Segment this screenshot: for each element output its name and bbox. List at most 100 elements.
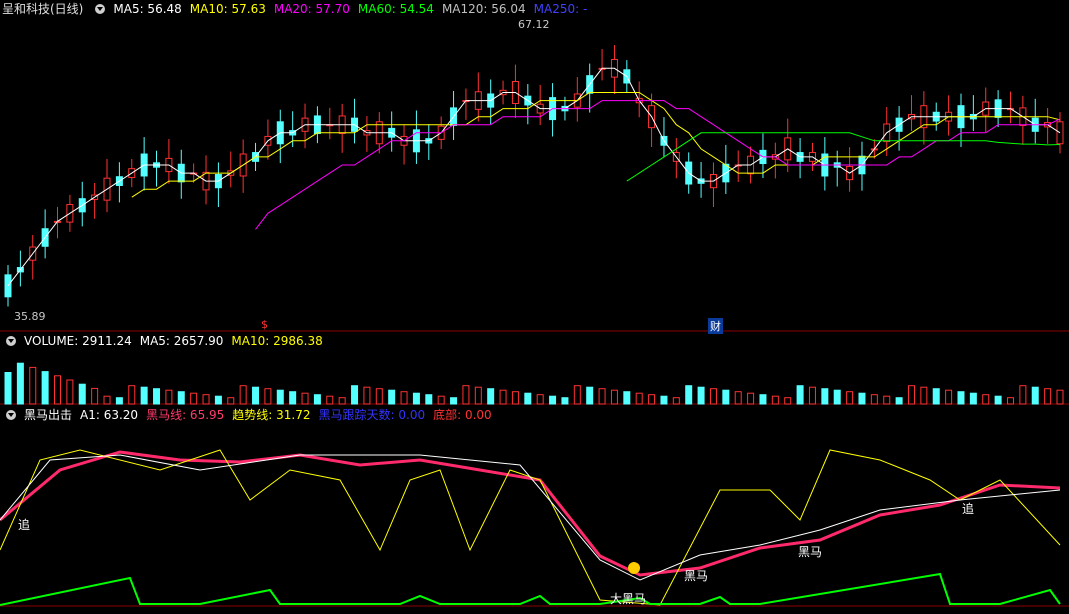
volume-bar	[1056, 389, 1064, 405]
volume-bar	[425, 394, 433, 405]
volume-bar	[103, 395, 111, 405]
horse-signal-2: 黑马	[798, 545, 823, 559]
volume-bar	[202, 394, 210, 405]
a1-line	[0, 454, 1061, 581]
dollar-marker: $	[261, 318, 268, 331]
volume-bar	[709, 388, 717, 405]
volume-bar	[982, 394, 990, 405]
volume-bar	[672, 397, 680, 405]
volume-bar	[16, 362, 24, 405]
volume-bar	[870, 394, 878, 405]
horse-signal-1: 黑马	[684, 569, 709, 583]
volume-bar	[561, 397, 569, 405]
volume-bar	[1006, 397, 1014, 405]
volume-bar	[907, 385, 915, 405]
volume-bar	[747, 392, 755, 405]
volume-bar	[586, 386, 594, 405]
volume-bar	[623, 391, 631, 405]
volume-bar	[400, 391, 408, 405]
volume-bar	[685, 385, 693, 405]
volume-bar	[635, 392, 643, 405]
volume-bar	[771, 395, 779, 405]
volume-bar	[598, 388, 606, 405]
volume-bar	[301, 392, 309, 405]
volume-bar	[54, 375, 62, 405]
volume-bar	[326, 395, 334, 405]
volume-bar	[227, 397, 235, 405]
volume-bar	[462, 385, 470, 405]
volume-bar	[524, 392, 532, 405]
volume-bar	[610, 389, 618, 405]
volume-bar	[895, 397, 903, 405]
ma-line-ma5	[7, 67, 1061, 287]
volume-bar	[165, 389, 173, 405]
volume-bar	[214, 395, 222, 405]
volume-bar	[412, 392, 420, 405]
volume-bar	[969, 392, 977, 405]
volume-bar	[796, 385, 804, 405]
volume-bar	[722, 389, 730, 405]
volume-bar	[338, 397, 346, 405]
volume-bar	[648, 394, 656, 405]
volume-bar	[78, 383, 86, 405]
volume-bar	[573, 385, 581, 405]
volume-bar	[660, 395, 668, 405]
volume-bar	[29, 366, 37, 405]
volume-bar	[846, 391, 854, 405]
volume-bar	[177, 391, 185, 405]
volume-bar	[474, 386, 482, 405]
low-price-label: 35.89	[14, 310, 46, 323]
volume-bar	[4, 372, 12, 405]
volume-bar	[41, 371, 49, 405]
volume-bar	[437, 395, 445, 405]
volume-bar	[264, 388, 272, 405]
candle-body	[4, 274, 12, 298]
volume-bar	[91, 387, 99, 405]
volume-bar	[487, 388, 495, 405]
volume-bar	[1019, 385, 1027, 405]
trend-line	[0, 449, 1061, 606]
volume-bar	[128, 385, 136, 405]
volume-bar	[932, 388, 940, 405]
volume-bar	[697, 386, 705, 405]
volume-bar	[1031, 386, 1039, 405]
financial-report-marker[interactable]: 财	[708, 318, 723, 334]
volume-bar	[821, 388, 829, 405]
zhui-signal-right: 追	[962, 502, 975, 516]
volume-bar	[858, 392, 866, 405]
high-price-label: 67.12	[518, 18, 550, 31]
volume-bar	[450, 397, 458, 405]
volume-bar	[313, 394, 321, 405]
volume-bar	[499, 389, 507, 405]
volume-bar	[289, 391, 297, 405]
chart-canvas[interactable]	[0, 0, 1069, 614]
volume-bar	[759, 394, 767, 405]
volume-bar	[920, 386, 928, 405]
volume-bar	[252, 386, 260, 405]
volume-bar	[808, 386, 816, 405]
volume-bar	[276, 389, 284, 405]
volume-bar	[351, 385, 359, 405]
volume-bar	[115, 397, 123, 405]
volume-bar	[239, 385, 247, 405]
volume-bar	[140, 386, 148, 405]
volume-bar	[734, 391, 742, 405]
volume-bar	[833, 389, 841, 405]
volume-bar	[190, 392, 198, 405]
volume-bar	[994, 395, 1002, 405]
volume-bar	[549, 395, 557, 405]
volume-bar	[945, 389, 953, 405]
horse-line	[0, 450, 1061, 577]
zhui-signal-left: 追	[18, 518, 31, 532]
volume-bar	[784, 397, 792, 405]
volume-bar	[1044, 388, 1052, 405]
volume-bar	[363, 386, 371, 405]
volume-bar	[375, 388, 383, 405]
volume-bar	[153, 388, 161, 405]
volume-bar	[883, 395, 891, 405]
volume-bar	[536, 394, 544, 405]
volume-bar	[388, 389, 396, 405]
tracking-days-line	[0, 572, 1061, 606]
volume-bar	[957, 391, 965, 405]
smiley-icon	[628, 562, 640, 574]
